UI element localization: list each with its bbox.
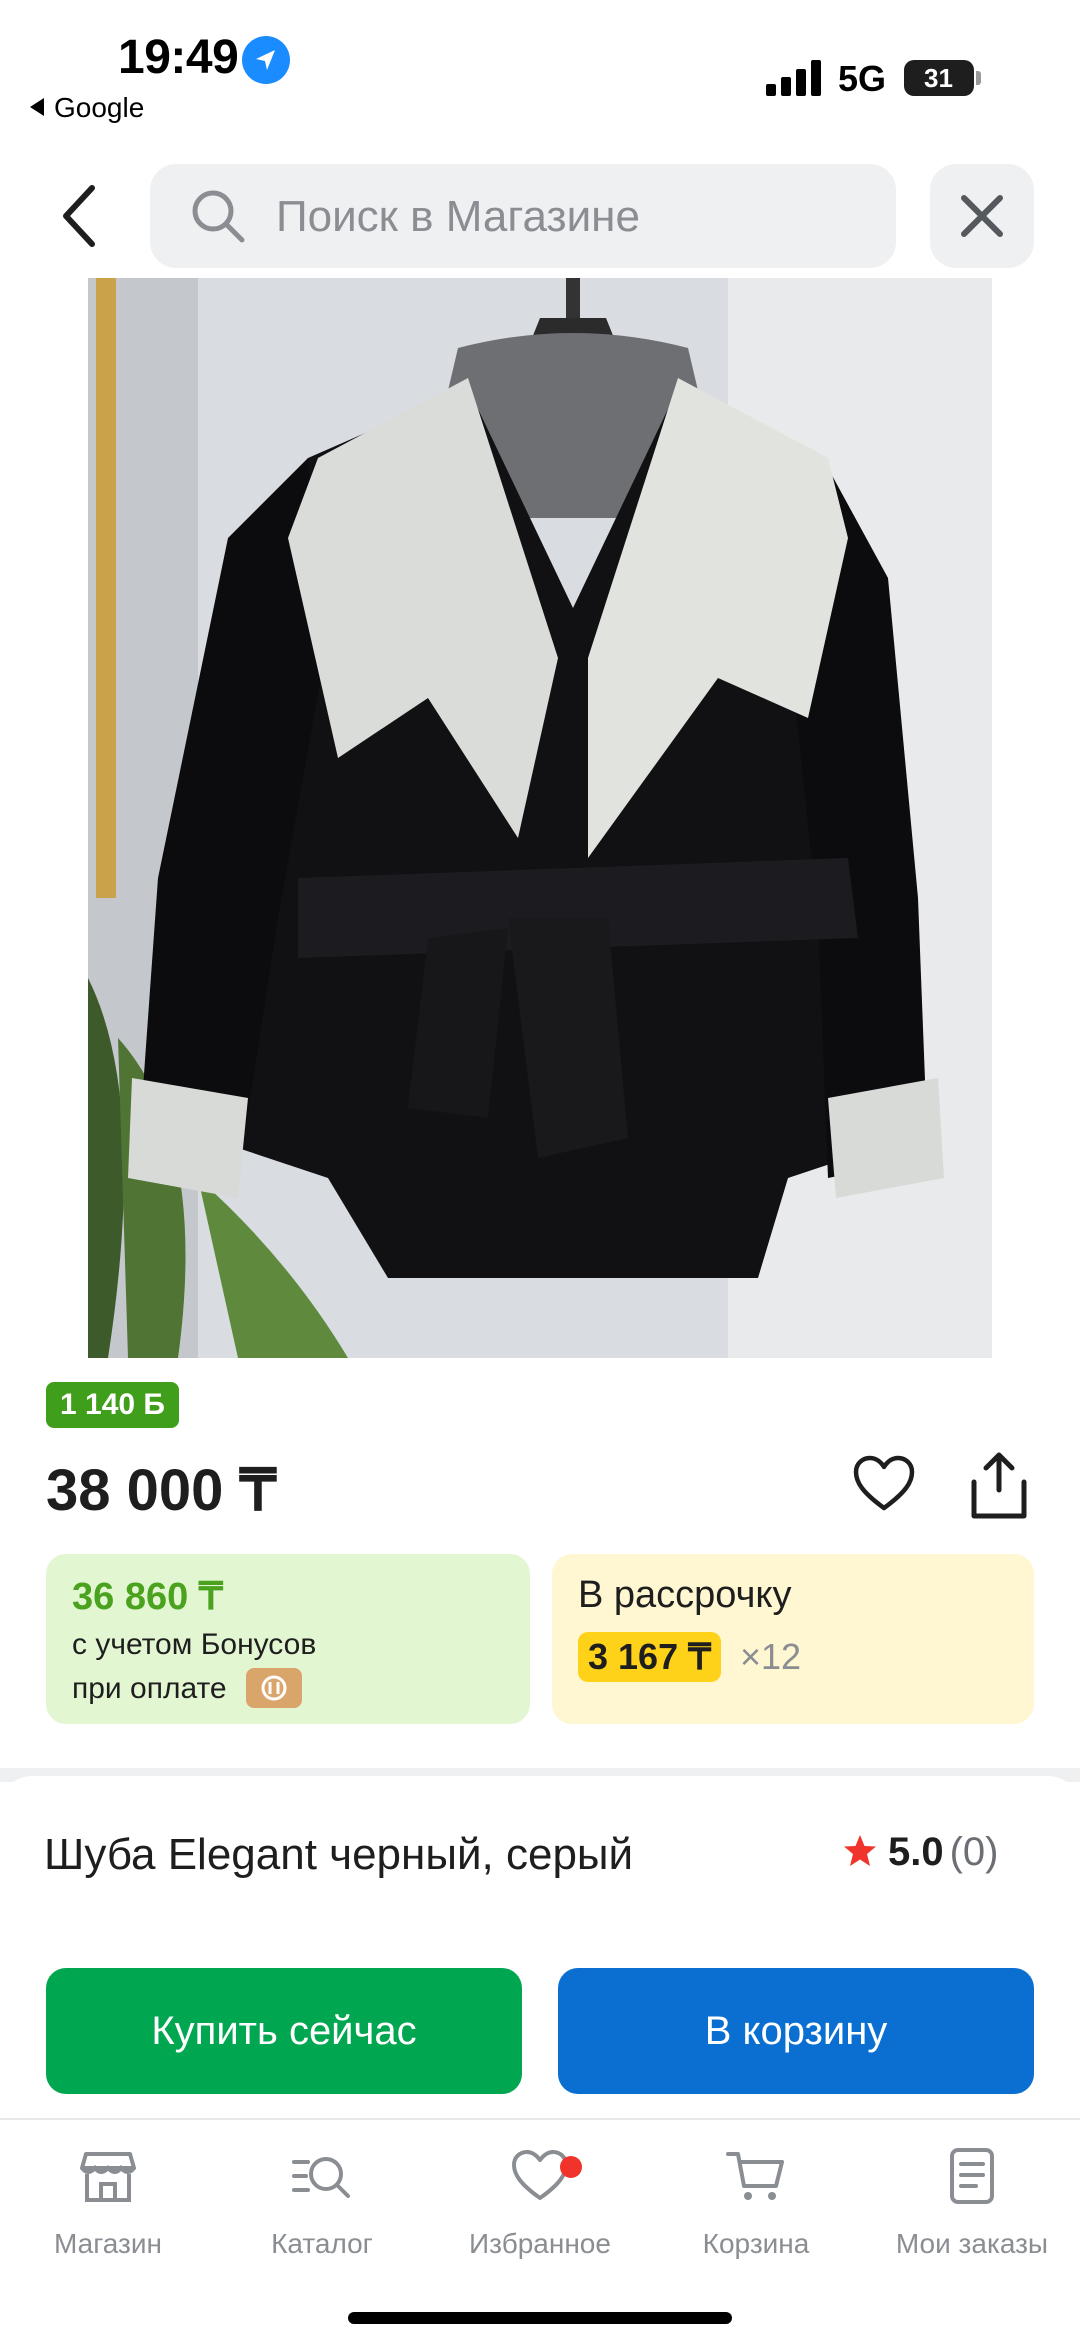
- store-icon: [80, 2152, 136, 2202]
- installment-amount: 3 167 ₸: [578, 1632, 721, 1682]
- product-title: Шуба Elegant черный, серый: [44, 1830, 634, 1879]
- share-icon: [971, 1452, 1027, 1519]
- search-placeholder: Поиск в Магазине: [276, 192, 640, 241]
- back-app-label: Google: [54, 92, 145, 123]
- bonus-price-box[interactable]: 36 860 ₸ с учетом Бонусов при оплате: [46, 1554, 530, 1724]
- cart-icon: [726, 2152, 784, 2200]
- product-rating[interactable]: 5.0 (0): [842, 1830, 999, 1875]
- payment-card-icon: [246, 1668, 302, 1708]
- close-icon: [961, 195, 1003, 237]
- rating-count: (0): [949, 1830, 999, 1874]
- bonus-price: 36 860 ₸: [72, 1576, 223, 1618]
- installment-box[interactable]: В рассрочку 3 167 ₸ ×12: [552, 1554, 1034, 1724]
- battery-cap: [976, 71, 981, 85]
- buy-now-button[interactable]: Купить сейчас: [46, 1968, 522, 2094]
- orders-icon: [950, 2148, 994, 2204]
- battery-icon: 31: [904, 60, 974, 96]
- network-type: 5G: [838, 58, 887, 99]
- nav-label-store: Магазин: [53, 2228, 162, 2259]
- installment-title: В рассрочку: [578, 1574, 792, 1616]
- nav-item-orders[interactable]: Мои заказы: [872, 2144, 1072, 2260]
- chevron-left-icon: [63, 185, 95, 247]
- share-button[interactable]: [966, 1450, 1032, 1522]
- search-icon: [192, 190, 245, 243]
- bonus-note-line1: с учетом Бонусов: [72, 1628, 317, 1661]
- search-input[interactable]: Поиск в Магазине: [150, 164, 896, 268]
- catalog-search-icon: [292, 2157, 350, 2198]
- fur-coat-illustration: [88, 278, 992, 1358]
- product-page: 19:49 Google 5G 31 Поиск в Магазине 1 14…: [0, 0, 1080, 2347]
- favorite-button[interactable]: [852, 1454, 916, 1514]
- product-price: 38 000 ₸: [46, 1458, 277, 1523]
- back-button[interactable]: [52, 178, 112, 254]
- location-arrow-icon: [242, 36, 290, 84]
- nav-label-favorites: Избранное: [469, 2228, 611, 2259]
- installment-months: ×12: [740, 1636, 802, 1677]
- close-button[interactable]: [930, 164, 1034, 268]
- status-time: 19:49: [118, 31, 239, 84]
- nav-item-catalog[interactable]: Каталог: [222, 2144, 422, 2260]
- home-indicator[interactable]: [348, 2312, 732, 2324]
- product-image[interactable]: [88, 278, 992, 1358]
- heart-icon: [512, 2150, 568, 2200]
- favorites-notification-dot: [560, 2156, 582, 2178]
- heart-icon: [853, 1455, 915, 1511]
- back-triangle-icon: [30, 98, 44, 116]
- status-bar: 19:49 Google 5G 31: [0, 0, 1080, 140]
- nav-item-cart[interactable]: Корзина: [656, 2144, 856, 2260]
- bonus-points-badge: 1 140 Б: [46, 1382, 179, 1428]
- rating-value: 5.0: [888, 1830, 944, 1874]
- bonus-note-line2: при оплате: [72, 1672, 227, 1705]
- nav-item-store[interactable]: Магазин: [8, 2144, 208, 2260]
- nav-label-catalog: Каталог: [271, 2228, 373, 2259]
- cellular-signal-icon: [766, 60, 822, 96]
- add-to-cart-button[interactable]: В корзину: [558, 1968, 1034, 2094]
- star-icon: [844, 1835, 876, 1866]
- nav-label-cart: Корзина: [702, 2228, 810, 2259]
- nav-label-orders: Мои заказы: [895, 2228, 1049, 2259]
- nav-item-favorites[interactable]: Избранное: [440, 2144, 640, 2260]
- battery-level: 31: [924, 63, 953, 93]
- back-to-app-link[interactable]: Google: [30, 92, 144, 124]
